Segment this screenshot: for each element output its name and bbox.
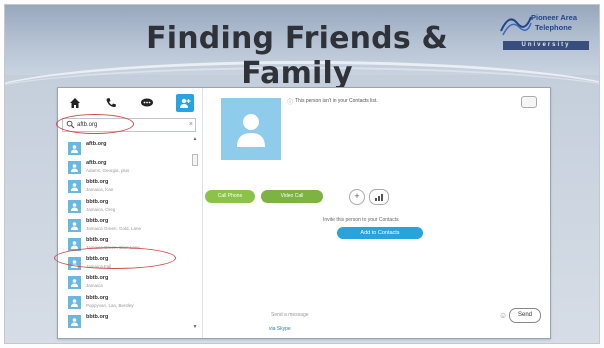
contact-list-item[interactable]: bbtb.org Jamaica [66,274,190,293]
send-button[interactable]: Send [509,308,541,323]
contact-name: bbtb.org [86,179,109,186]
wave-icon [500,16,532,36]
slide-title: Finding Friends & Family [146,21,448,91]
selected-contact-highlight-circle [54,247,176,269]
contacts-scrollbar[interactable]: ▲ ▼ [192,136,198,332]
invite-text: Invite this person to your Contacts [323,217,399,223]
video-call-button[interactable]: Video Call [261,190,323,203]
contact-list-item[interactable]: bbtb.org Jamaica, Kan [66,178,190,197]
avatar [68,180,81,194]
nav-contacts[interactable] [176,94,194,112]
contact-location: Adams, Georgia, plus [86,168,130,174]
scroll-down-icon[interactable]: ▼ [192,324,198,330]
contact-list-item[interactable]: bbtb.org [66,313,190,332]
chat-bubble-icon [141,98,153,107]
contact-name: bbtb.org [86,294,109,301]
avatar [68,199,81,213]
person-icon [71,298,78,307]
search-highlight-circle [56,114,134,134]
avatar [68,276,81,290]
person-icon [71,183,78,192]
call-phone-button[interactable]: Call Phone [205,190,255,203]
person-icon [71,221,78,230]
scroll-up-icon[interactable]: ▲ [192,136,198,142]
presentation-slide: Finding Friends & Family Pioneer Area Te… [4,4,600,344]
add-contact-icon [180,98,191,108]
contact-name: aftb.org [86,160,107,167]
emoticon-icon[interactable]: ☺ [499,311,507,320]
add-to-contacts-button[interactable]: Add to Contacts [337,227,423,239]
contact-name: bbtb.org [86,236,109,243]
plus-icon: + [354,191,360,201]
person-icon [71,279,78,288]
contact-list-item[interactable]: aftb.org Adams, Georgia, plus [66,159,190,178]
person-icon [71,241,78,249]
add-participant-button[interactable]: + [349,189,365,205]
phone-icon [106,98,116,108]
logo-line-3: University [503,41,589,50]
skype-window: × ▲ ▼ aftb.orgaftb.orgAdams, Georgia, pl… [54,87,551,339]
person-icon [71,145,78,153]
nav-chats[interactable] [138,94,156,112]
signal-icon [375,194,383,201]
contact-name: bbtb.org [86,198,109,205]
via-skype-link[interactable]: via Skype [269,326,291,332]
contact-location: Poppyvan, Lan, Bentley [86,302,134,308]
person-icon [71,164,78,173]
call-quality-button[interactable] [369,189,389,205]
contact-name: bbtb.org [86,275,109,282]
not-in-contacts-notice: This person isn't in your Contacts list. [295,98,378,104]
avatar [68,161,81,175]
profile-menu-button[interactable] [521,96,537,108]
contact-location: Jamaica [86,283,103,289]
nav-home[interactable] [66,94,84,112]
avatar [68,295,81,309]
scroll-thumb[interactable] [192,154,198,166]
nav-calls[interactable] [102,94,120,112]
contact-name: bbtb.org [86,313,109,320]
person-icon [71,202,78,211]
info-icon: ⓘ [287,100,294,106]
contact-list-item[interactable]: aftb.org [66,140,190,159]
profile-pane: ⓘ This person isn't in your Contacts lis… [203,88,550,338]
contact-location: Jamaica, Oreg [86,206,116,212]
contact-name: bbtb.org [86,217,109,224]
contact-list-item[interactable]: bbtb.org Jamaica Green, Gold, Lane [66,217,190,236]
contact-name: aftb.org [86,141,107,147]
contacts-sidebar: × ▲ ▼ aftb.orgaftb.orgAdams, Georgia, pl… [54,88,203,338]
message-input-placeholder[interactable]: Send a message [271,312,309,318]
contact-list-item[interactable]: bbtb.org Jamaica, Oreg [66,198,190,217]
person-icon [71,317,78,326]
logo-line-1: Pioneer Area [531,13,577,22]
avatar [68,314,81,328]
contact-location: Jamaica, Kan [86,187,114,193]
home-icon [70,98,80,108]
clear-icon[interactable]: × [189,119,193,131]
contact-location: Jamaica Green, Gold, Lane [86,225,142,231]
contact-list: aftb.org aftb.org Adams, Georgia, plus bbtb… [66,140,190,332]
university-logo: Pioneer Area Telephone University [499,11,593,57]
logo-line-2: Telephone [535,23,572,32]
person-silhouette-icon [237,114,265,147]
contact-list-item[interactable]: bbtb.org Poppyvan, Lan, Bentley [66,294,190,313]
profile-photo [221,98,281,160]
avatar [68,218,81,232]
sidebar-nav [62,92,200,114]
avatar [68,142,81,155]
